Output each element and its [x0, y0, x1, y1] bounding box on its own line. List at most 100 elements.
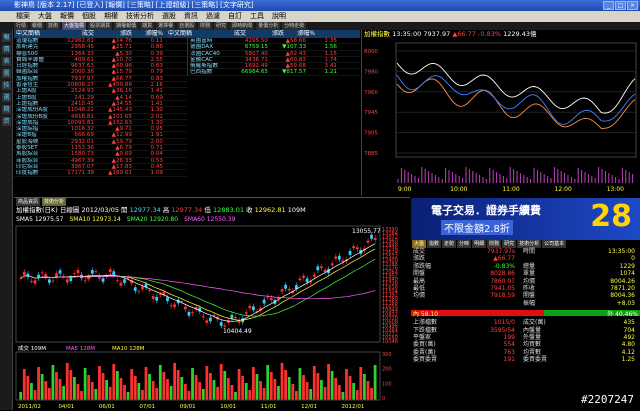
kline-chart[interactable]: 1339013184130721296012848127361262412512… [14, 224, 410, 411]
function-tab[interactable]: 財務 [198, 22, 212, 30]
function-tab[interactable]: 期貨 [140, 22, 154, 30]
quote-pct: 0.45 [134, 164, 166, 169]
function-tab[interactable]: 即時新聞 [230, 22, 254, 30]
quote-header-cell[interactable]: 成交 [62, 30, 96, 38]
maximize-icon[interactable]: □ [615, 1, 626, 10]
menu-item[interactable]: 說明 [272, 11, 286, 22]
kline-tab[interactable]: 商品資訊 [16, 198, 40, 206]
detail-value: 7937.97s [445, 248, 519, 255]
function-tab[interactable]: 行情 [14, 22, 28, 30]
intraday-chart[interactable]: 8000798079607945790578859:0010:0011:0012… [362, 39, 640, 195]
detail-tab[interactable]: 財務 [487, 240, 501, 248]
kline-candle [299, 278, 302, 280]
vol-ma10: MA10 128M [112, 346, 145, 352]
quote-change: ▲0.69 [96, 151, 134, 156]
quote-header-cell[interactable]: 漲跌 [96, 30, 134, 38]
menu-item[interactable]: 自訂 [228, 11, 242, 22]
menu-item[interactable]: 選股 [162, 11, 176, 22]
quote-header-cell[interactable]: 漲幅% [286, 30, 318, 38]
intraday-ytick: 7945 [364, 110, 378, 116]
left-tool-button[interactable]: 表 [2, 57, 11, 66]
function-tab[interactable]: 期權報價 [114, 22, 138, 30]
detail-row: 委賣(萬)763均賣數4.12 [411, 349, 640, 356]
quote-header-cell[interactable]: 中文簡稱 [166, 30, 214, 38]
left-tool-button[interactable]: 圖 [2, 69, 11, 78]
menu-item[interactable]: 工具 [250, 11, 264, 22]
intraday-ytick: 7905 [364, 131, 378, 137]
menu-item[interactable]: 大盤 [38, 11, 52, 22]
function-tab[interactable]: 選擇權 [156, 22, 175, 30]
volume-bar [248, 390, 251, 400]
volume-bar [302, 375, 305, 400]
menu-item[interactable]: 資訊 [184, 11, 198, 22]
menu-item[interactable]: 報價 [60, 11, 74, 22]
global-index-quote-table: 中文簡稱成交漲跌漲幅%中文簡稱成交漲跌漲幅% 道瓊指數12962.81▲14.7… [14, 30, 360, 196]
function-tab[interactable]: 大盤指標 [62, 22, 86, 30]
quote-header-cell[interactable]: 成交 [214, 30, 248, 38]
volume-bar [349, 376, 352, 400]
detail-tab[interactable]: 指數 [427, 240, 441, 248]
left-tool-button[interactable]: 技 [2, 81, 11, 90]
volume-bar [195, 375, 198, 400]
quote-row[interactable]: 巴西指數66984.65▼817.571.21 [188, 69, 360, 75]
quote-change: ▲132.63 [96, 120, 134, 125]
menu-item[interactable]: 期權 [104, 11, 118, 22]
left-tool-button[interactable]: 報 [2, 33, 11, 42]
quote-change: ▲6.79 [96, 145, 134, 150]
detail-tab[interactable]: 分時 [457, 240, 471, 248]
quote-change: ▲12.99 [96, 132, 134, 137]
detail-label: 單量 [519, 270, 571, 277]
function-tab[interactable]: 報價 [30, 22, 44, 30]
detail-label: 委買委賣 [411, 356, 445, 363]
menu-item[interactable]: 過濾 [206, 11, 220, 22]
function-tab[interactable]: 量價分析 [256, 22, 280, 30]
volume-bar [198, 382, 201, 400]
left-tool-button[interactable]: 期 [2, 105, 11, 114]
left-tool-button[interactable]: 價 [2, 45, 11, 54]
detail-tab[interactable]: 走勢 [442, 240, 456, 248]
detail-tab[interactable]: 技術分析 [517, 240, 541, 248]
detail-tab[interactable]: 明細 [472, 240, 486, 248]
quote-change: ▲101.65 [96, 114, 134, 119]
detail-tab[interactable]: 大盤 [412, 240, 426, 248]
volume-bar [159, 365, 162, 400]
intraday-time: 13:35:00 [392, 30, 421, 38]
kline-candle [223, 326, 226, 327]
quote-name: 菲股綜合 [14, 158, 62, 163]
detail-label: 委買(萬) [411, 341, 445, 348]
kline-candle [102, 278, 105, 282]
quote-header-cell[interactable]: 漲跌 [248, 30, 286, 38]
volume-bar [177, 370, 180, 400]
volume-bar [352, 383, 355, 400]
detail-label [411, 300, 445, 307]
function-tab[interactable]: 技術 [46, 22, 60, 30]
detail-tab[interactable]: 公司基本 [542, 240, 566, 248]
function-tab[interactable]: 研究 [214, 22, 228, 30]
menu-item[interactable]: 個股 [82, 11, 96, 22]
quote-header-cell[interactable]: 漲幅% [134, 30, 166, 38]
menu-item[interactable]: 檔案 [16, 11, 30, 22]
volume-bar [295, 391, 298, 400]
close-icon[interactable]: × [627, 1, 638, 10]
left-tool-button[interactable]: 選 [2, 93, 11, 102]
quote-pct: 1.91 [134, 132, 166, 137]
left-tool-button[interactable]: 資 [2, 117, 11, 126]
detail-value: 4.12 [571, 349, 637, 356]
quote-pct: 1.30 [134, 107, 166, 112]
quote-price: 4918.81 [62, 114, 96, 119]
quote-header-cell[interactable]: 中文簡稱 [14, 30, 62, 38]
kline-tab[interactable]: 技術分析 [42, 198, 66, 206]
function-tab[interactable]: 股票期貨 [88, 22, 112, 30]
sma-value: 12920.80 [149, 216, 178, 223]
vol-legend: 成交 109M [18, 344, 46, 352]
volume-bar [59, 379, 62, 400]
quote-row[interactable]: 印度指數17171.39▲189.611.09 [14, 170, 187, 176]
volume-bar [137, 383, 140, 400]
detail-tab[interactable]: 研究 [502, 240, 516, 248]
function-tab[interactable]: 自選股 [177, 22, 196, 30]
function-tab[interactable]: 分時走勢 [282, 22, 306, 30]
menu-item[interactable]: 技術分析 [126, 11, 154, 22]
kline-candle [288, 289, 291, 291]
minimize-icon[interactable]: _ [603, 1, 614, 10]
ad-banner[interactable]: 電子交易．證券手續費 不限金額2.8折 28 [411, 198, 640, 240]
